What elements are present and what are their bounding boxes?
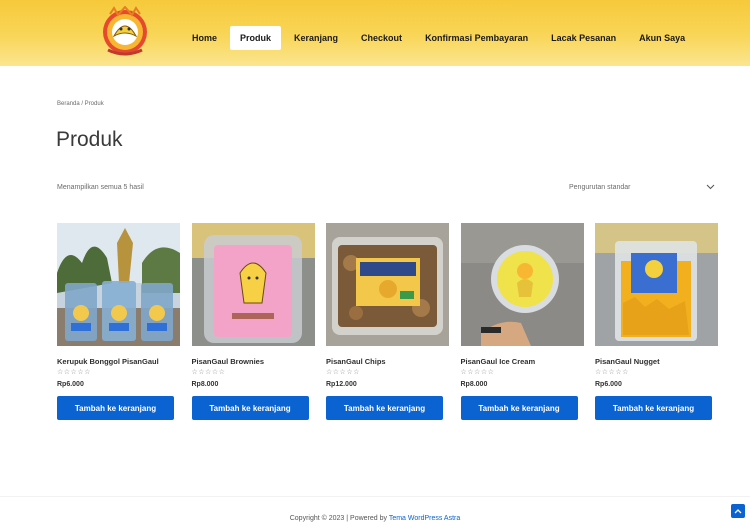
product-name[interactable]: Kerupuk Bonggol PisanGaul bbox=[57, 357, 180, 366]
product-price: Rp6.000 bbox=[57, 381, 84, 388]
product-card: Kerupuk Bonggol PisanGaul ☆☆☆☆☆ Rp6.000 … bbox=[57, 223, 180, 420]
nav-item-keranjang[interactable]: Keranjang bbox=[284, 26, 348, 50]
product-card: PisanGaul Brownies ☆☆☆☆☆ Rp8.000 Tambah … bbox=[191, 223, 315, 420]
nav-item-akun-saya[interactable]: Akun Saya bbox=[629, 26, 695, 50]
product-image[interactable] bbox=[595, 223, 718, 346]
add-to-cart-button[interactable]: Tambah ke keranjang bbox=[326, 396, 443, 420]
add-to-cart-button[interactable]: Tambah ke keranjang bbox=[460, 396, 578, 420]
nav-item-konfirmasi-pembayaran[interactable]: Konfirmasi Pembayaran bbox=[415, 26, 538, 50]
nav-item-home[interactable]: Home bbox=[182, 26, 227, 50]
result-count: Menampilkan semua 5 hasil bbox=[57, 184, 144, 191]
product-price: Rp8.000 bbox=[460, 381, 488, 388]
product-card: PisanGaul Ice Cream ☆☆☆☆☆ Rp8.000 Tambah… bbox=[460, 223, 584, 420]
copyright-prefix: Copyright © 2023 | Powered by bbox=[289, 515, 389, 522]
sort-selected-label: Pengurutan standar bbox=[569, 183, 631, 191]
product-card: PisanGaul Chips ☆☆☆☆☆ Rp12.000 Tambah ke… bbox=[326, 223, 449, 420]
star-rating: ☆☆☆☆☆ bbox=[595, 369, 629, 376]
chevron-up-icon bbox=[734, 509, 742, 514]
product-price: Rp6.000 bbox=[595, 381, 622, 388]
star-rating: ☆☆☆☆☆ bbox=[57, 369, 91, 376]
nav-item-checkout[interactable]: Checkout bbox=[351, 26, 412, 50]
star-rating: ☆☆☆☆☆ bbox=[460, 369, 495, 376]
site-logo[interactable] bbox=[100, 5, 150, 58]
product-grid: Kerupuk Bonggol PisanGaul ☆☆☆☆☆ Rp6.000 … bbox=[57, 223, 730, 420]
page-title: Produk bbox=[56, 128, 123, 151]
sort-select[interactable]: Pengurutan standar bbox=[563, 178, 721, 196]
copyright-text: Copyright © 2023 | Powered by Tema WordP… bbox=[0, 515, 750, 522]
product-card: PisanGaul Nugget ☆☆☆☆☆ Rp6.000 Tambah ke… bbox=[595, 223, 718, 420]
product-name[interactable]: PisanGaul Nugget bbox=[595, 357, 718, 366]
chevron-down-icon bbox=[706, 184, 715, 190]
product-name[interactable]: PisanGaul Ice Cream bbox=[461, 357, 584, 366]
product-image[interactable] bbox=[460, 223, 584, 346]
theme-link[interactable]: Tema WordPress Astra bbox=[389, 515, 460, 522]
product-name[interactable]: PisanGaul Chips bbox=[326, 357, 449, 366]
product-image[interactable] bbox=[191, 223, 315, 346]
add-to-cart-button[interactable]: Tambah ke keranjang bbox=[191, 396, 309, 420]
add-to-cart-button[interactable]: Tambah ke keranjang bbox=[57, 396, 174, 420]
product-image[interactable] bbox=[57, 223, 180, 346]
product-price: Rp12.000 bbox=[326, 381, 357, 388]
main-nav: Home Produk Keranjang Checkout Konfirmas… bbox=[182, 26, 698, 50]
product-price: Rp8.000 bbox=[191, 381, 219, 388]
breadcrumb[interactable]: Beranda / Produk bbox=[57, 101, 104, 107]
nav-item-produk[interactable]: Produk bbox=[230, 26, 282, 50]
star-rating: ☆☆☆☆☆ bbox=[191, 369, 226, 376]
star-rating: ☆☆☆☆☆ bbox=[326, 369, 360, 376]
site-header: Home Produk Keranjang Checkout Konfirmas… bbox=[0, 0, 750, 66]
logo-emblem-icon bbox=[103, 5, 147, 56]
scroll-to-top-button[interactable] bbox=[731, 504, 745, 518]
nav-item-lacak-pesanan[interactable]: Lacak Pesanan bbox=[541, 26, 626, 50]
product-image[interactable] bbox=[326, 223, 449, 346]
product-name[interactable]: PisanGaul Brownies bbox=[192, 357, 315, 366]
add-to-cart-button[interactable]: Tambah ke keranjang bbox=[595, 396, 712, 420]
